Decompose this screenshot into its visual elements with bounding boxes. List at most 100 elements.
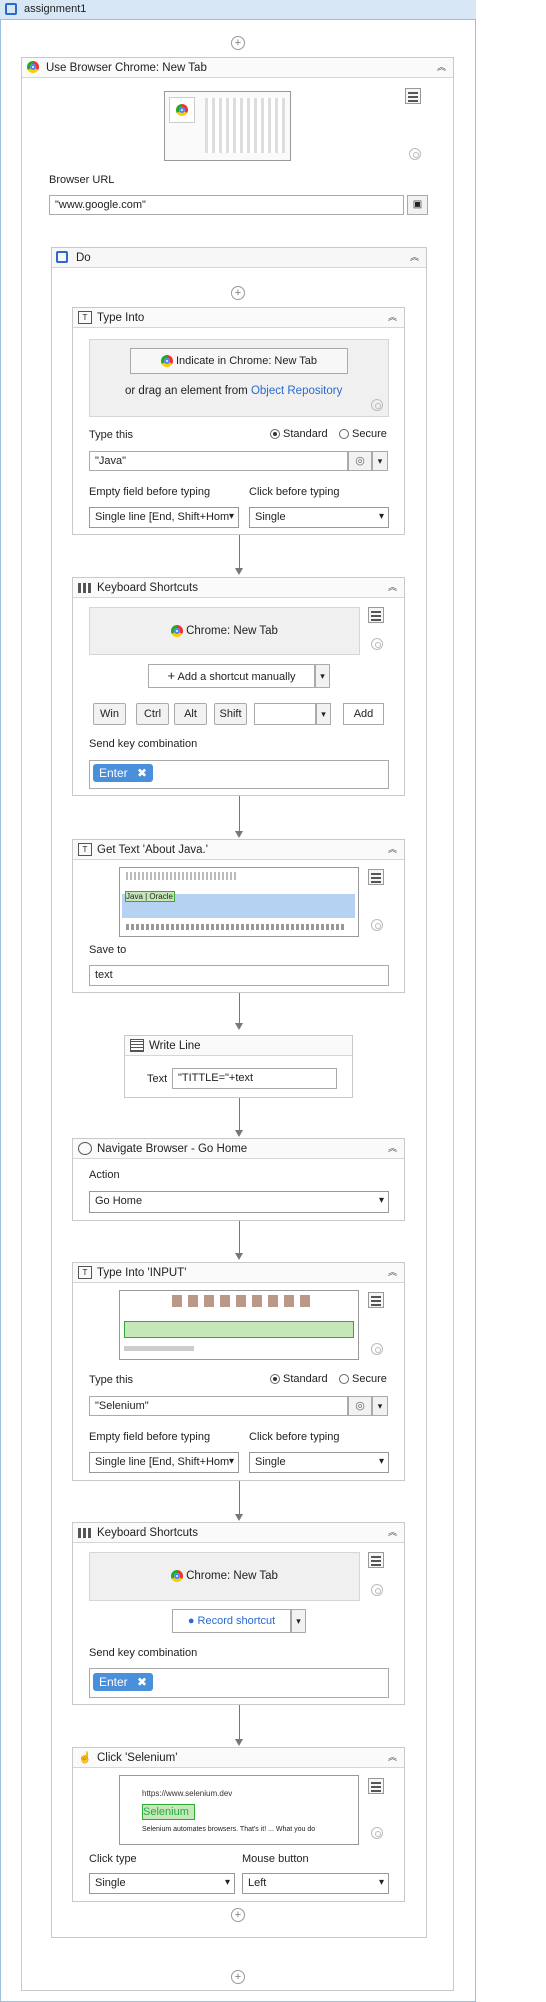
connector-arrow [235,831,243,838]
remove-icon[interactable]: ✖ [137,766,147,780]
collapse-icon[interactable]: ︽ [388,844,398,854]
key-shift-button[interactable]: Shift [214,703,247,725]
get-text-screenshot[interactable]: Java | Oracle [119,867,359,937]
visibility-toggle-icon[interactable]: ◎ [348,1396,372,1416]
write-line-header[interactable]: Write Line [125,1036,352,1056]
key-alt-button[interactable]: Alt [174,703,207,725]
add-activity-do[interactable]: + [231,286,245,300]
target-area[interactable]: Chrome: New Tab [89,607,360,655]
options-menu-icon[interactable] [368,1292,384,1308]
target-icon[interactable] [371,638,383,650]
options-menu-icon[interactable] [368,1778,384,1794]
record-shortcut-button[interactable]: ● Record shortcut [172,1609,291,1633]
do-title: Do [76,251,91,264]
keyboard-shortcuts-header[interactable]: Keyboard Shortcuts ︽ [73,1523,404,1543]
key-select-dropdown[interactable]: ▾ [316,703,331,725]
chrome-icon [171,1570,184,1583]
standard-label: Standard [283,428,328,440]
type-into-header[interactable]: T Type Into ︽ [73,308,404,328]
collapse-icon[interactable]: ︽ [410,252,420,262]
enter-key-chip[interactable]: Enter ✖ [93,764,154,782]
browser-picker-icon[interactable]: ▣ [407,195,428,215]
connector-line [239,1705,240,1739]
click-type-select[interactable]: Single [89,1873,235,1894]
visibility-toggle-icon[interactable]: ◎ [348,451,372,471]
enter-key-chip[interactable]: Enter ✖ [93,1673,154,1691]
radio-selected-icon [270,429,280,440]
key-ctrl-button[interactable]: Ctrl [136,703,169,725]
click-before-select[interactable]: Single [249,507,389,528]
secure-radio[interactable]: Secure [339,1373,387,1385]
add-shortcut-dropdown[interactable]: ▾ [315,664,330,688]
keyboard-shortcuts-header[interactable]: Keyboard Shortcuts ︽ [73,578,404,598]
use-browser-header[interactable]: Use Browser Chrome: New Tab ︽ [22,58,453,78]
target-area[interactable]: Chrome: New Tab [89,1552,360,1601]
do-header[interactable]: Do ︽ [52,248,426,268]
options-menu-icon[interactable] [405,88,421,104]
text-field[interactable]: "TITTLE="+text [172,1068,337,1089]
type-options-dropdown[interactable]: ▾ [372,1396,388,1416]
remove-icon[interactable]: ✖ [137,1675,147,1689]
send-key-label: Send key combination [89,1647,198,1659]
options-menu-icon[interactable] [368,1552,384,1568]
options-menu-icon[interactable] [368,607,384,623]
collapse-icon[interactable]: ︽ [388,1527,398,1537]
connector-line [239,1481,240,1514]
add-key-button[interactable]: Add [343,703,384,725]
secure-label: Secure [352,428,387,440]
add-activity-bottom-do[interactable]: + [231,1908,245,1922]
options-menu-icon[interactable] [368,869,384,885]
target-icon[interactable] [371,1343,383,1355]
radio-icon [339,1374,349,1385]
empty-field-select[interactable]: Single line [End, Shift+Hom [89,1452,239,1473]
collapse-icon[interactable]: ︽ [388,582,398,592]
collapse-icon[interactable]: ︽ [388,1143,398,1153]
workflow-header[interactable]: assignment1 [0,0,476,20]
click-screenshot[interactable]: https://www.selenium.dev Selenium Seleni… [119,1775,359,1845]
collapse-icon[interactable]: ︽ [388,312,398,322]
add-shortcut-label: Add a shortcut manually [177,671,296,683]
navigate-browser-header[interactable]: Navigate Browser - Go Home ︽ [73,1139,404,1159]
target-icon[interactable] [371,399,383,411]
add-activity-top[interactable]: + [231,36,245,50]
standard-radio[interactable]: Standard [270,428,328,440]
key-win-button[interactable]: Win [93,703,126,725]
record-shortcut-dropdown[interactable]: ▾ [291,1609,306,1633]
target-icon[interactable] [409,148,421,160]
secure-radio[interactable]: Secure [339,428,387,440]
collapse-icon[interactable]: ︽ [437,62,447,72]
standard-radio[interactable]: Standard [270,1373,328,1385]
drag-text: or drag an element from [125,385,248,397]
save-to-field[interactable]: text [89,965,389,986]
add-shortcut-manually-button[interactable]: + Add a shortcut manually [148,664,315,688]
click-type-label: Click type [89,1853,137,1865]
collapse-icon[interactable]: ︽ [388,1267,398,1277]
get-text-header[interactable]: T Get Text 'About Java.' ︽ [73,840,404,860]
click-before-select[interactable]: Single [249,1452,389,1473]
input-screenshot[interactable] [119,1290,359,1360]
empty-field-select[interactable]: Single line [End, Shift+Hom [89,507,239,528]
type-this-field[interactable]: "Selenium" [89,1396,348,1416]
type-options-dropdown[interactable]: ▾ [372,451,388,471]
thumbnail-content [205,98,285,153]
radio-icon [339,429,349,440]
type-into-input-header[interactable]: T Type Into 'INPUT' ︽ [73,1263,404,1283]
search-input-highlight [124,1321,354,1338]
type-this-field[interactable]: "Java" [89,451,348,471]
get-text-icon: T [78,843,92,856]
mouse-button-select[interactable]: Left [242,1873,389,1894]
action-select[interactable]: Go Home [89,1191,389,1213]
collapse-icon[interactable]: ︽ [388,1752,398,1762]
add-activity-bottom[interactable]: + [231,1970,245,1984]
indicate-button[interactable]: Indicate in Chrome: New Tab [130,348,348,374]
target-icon[interactable] [371,1827,383,1839]
click-header[interactable]: ☝ Click 'Selenium' ︽ [73,1748,404,1768]
key-select[interactable] [254,703,316,725]
browser-screenshot-thumbnail[interactable] [164,91,291,161]
target-icon[interactable] [371,919,383,931]
browser-url-field[interactable]: "www.google.com" [49,195,404,215]
click-before-label: Click before typing [249,1431,340,1443]
chrome-icon [160,355,173,368]
object-repository-link[interactable]: Object Repository [251,385,342,397]
target-icon[interactable] [371,1584,383,1596]
